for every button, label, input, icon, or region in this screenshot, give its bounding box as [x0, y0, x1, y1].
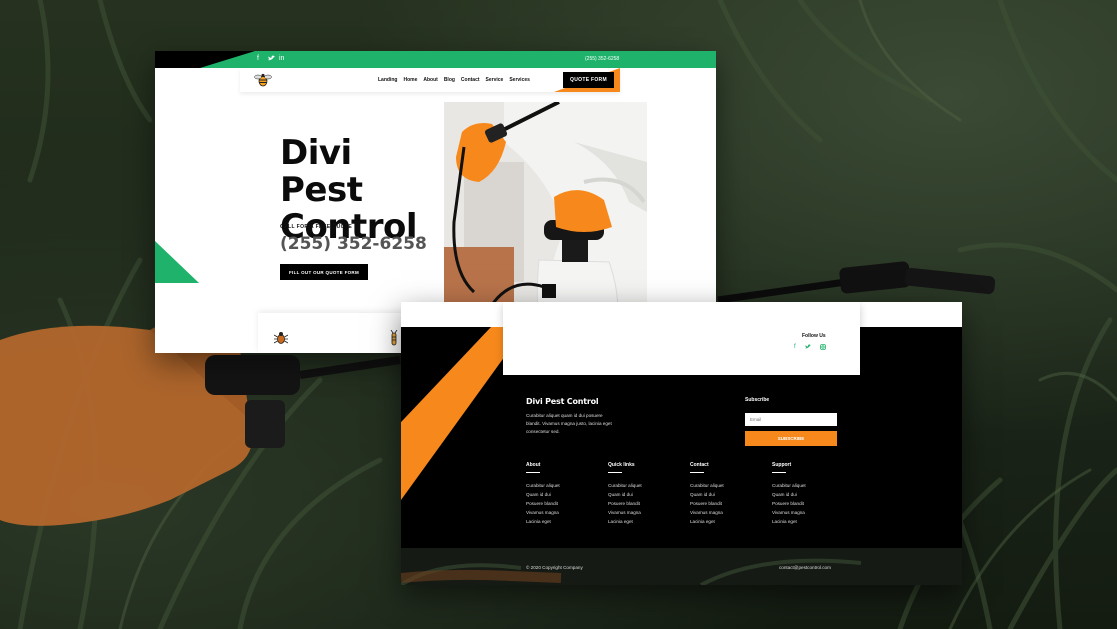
bee-logo-icon[interactable]: [254, 72, 272, 88]
spray-wand: [717, 276, 861, 304]
footer-column-about: About Curabitur aliquet Quam id dui Posu…: [526, 462, 596, 526]
footer-link[interactable]: Lacinia eget: [526, 517, 596, 526]
footer-link[interactable]: Lacinia eget: [608, 517, 678, 526]
call-to-action-text: CALL FOR A FREE QUOTE: [280, 224, 353, 230]
footer-link[interactable]: Curabitur aliquet: [526, 481, 596, 490]
follow-icons: f: [794, 344, 826, 352]
instagram-icon[interactable]: [819, 344, 826, 352]
twitter-icon[interactable]: [804, 344, 811, 352]
facebook-icon[interactable]: f: [794, 344, 796, 352]
nav-link-home[interactable]: Home: [403, 77, 417, 83]
footer-link[interactable]: Vivamus magna: [526, 508, 596, 517]
hero-phone-number[interactable]: (255) 352-6258: [280, 234, 427, 254]
top-phone[interactable]: (255) 352-6258: [585, 56, 619, 62]
footer-link[interactable]: Quam id dui: [772, 490, 842, 499]
nav-links: Landing Home About Blog Contact Service …: [378, 77, 530, 83]
footer-link[interactable]: Quam id dui: [690, 490, 760, 499]
linkedin-icon[interactable]: in: [279, 55, 284, 63]
footer-column-contact: Contact Curabitur aliquet Quam id dui Po…: [690, 462, 760, 526]
green-accent-triangle: [155, 241, 199, 283]
column-divider: [526, 472, 540, 473]
footer-link[interactable]: Posuere blandit: [608, 499, 678, 508]
subscribe-title: Subscribe: [745, 397, 770, 403]
column-divider: [690, 472, 704, 473]
footer-link[interactable]: Lacinia eget: [690, 517, 760, 526]
subscribe-button[interactable]: SUBSCRIBE: [745, 431, 837, 446]
quote-form-button[interactable]: QUOTE FORM: [563, 72, 614, 88]
footer-column-quick-links: Quick links Curabitur aliquet Quam id du…: [608, 462, 678, 526]
nav-link-about[interactable]: About: [423, 77, 437, 83]
email-field[interactable]: [745, 413, 837, 426]
nav-link-landing[interactable]: Landing: [378, 77, 397, 83]
follow-us-title: Follow Us: [802, 333, 826, 339]
copyright-text: © 2020 Copyright Company: [526, 565, 583, 570]
footer-link[interactable]: Curabitur aliquet: [690, 481, 760, 490]
footer-bottom-bar: © 2020 Copyright Company contact@pestcon…: [401, 548, 962, 585]
footer-link[interactable]: Vivamus magna: [772, 508, 842, 517]
twitter-icon[interactable]: [268, 55, 275, 64]
termite-icon[interactable]: [387, 330, 401, 346]
footer-link[interactable]: Posuere blandit: [772, 499, 842, 508]
footer-link[interactable]: Posuere blandit: [526, 499, 596, 508]
footer-column-title: Contact: [690, 462, 709, 468]
footer-link[interactable]: Vivamus magna: [608, 508, 678, 517]
nav-link-blog[interactable]: Blog: [444, 77, 455, 83]
footer-description: Curabitur aliquet quam id dui posuere bl…: [526, 413, 612, 434]
nav-link-service[interactable]: Service: [486, 77, 504, 83]
footer-link[interactable]: Curabitur aliquet: [772, 481, 842, 490]
footer-link[interactable]: Quam id dui: [526, 490, 596, 499]
footer-bottom-photo: [401, 548, 962, 585]
column-divider: [608, 472, 622, 473]
footer-link[interactable]: Quam id dui: [608, 490, 678, 499]
footer-column-title: Support: [772, 462, 792, 468]
footer-link[interactable]: Posuere blandit: [690, 499, 760, 508]
footer-link[interactable]: Vivamus magna: [690, 508, 760, 517]
contact-email[interactable]: contact@pestcontrol.com: [779, 565, 831, 570]
column-divider: [772, 472, 786, 473]
footer-brand: Divi Pest Control: [526, 397, 599, 406]
nav-link-contact[interactable]: Contact: [461, 77, 480, 83]
footer-link[interactable]: Lacinia eget: [772, 517, 842, 526]
spider-icon[interactable]: [274, 330, 288, 346]
facebook-icon[interactable]: f: [257, 55, 259, 63]
footer-link[interactable]: Curabitur aliquet: [608, 481, 678, 490]
footer-column-title: About: [526, 462, 541, 468]
footer-column-title: Quick links: [608, 462, 635, 468]
fill-quote-form-button[interactable]: FILL OUT OUR QUOTE FORM: [280, 264, 368, 280]
footer-column-support: Support Curabitur aliquet Quam id dui Po…: [772, 462, 842, 526]
nav-link-services[interactable]: Services: [509, 77, 530, 83]
footer-mockup: Follow Us f Divi Pest Control Curabitur …: [401, 302, 962, 585]
